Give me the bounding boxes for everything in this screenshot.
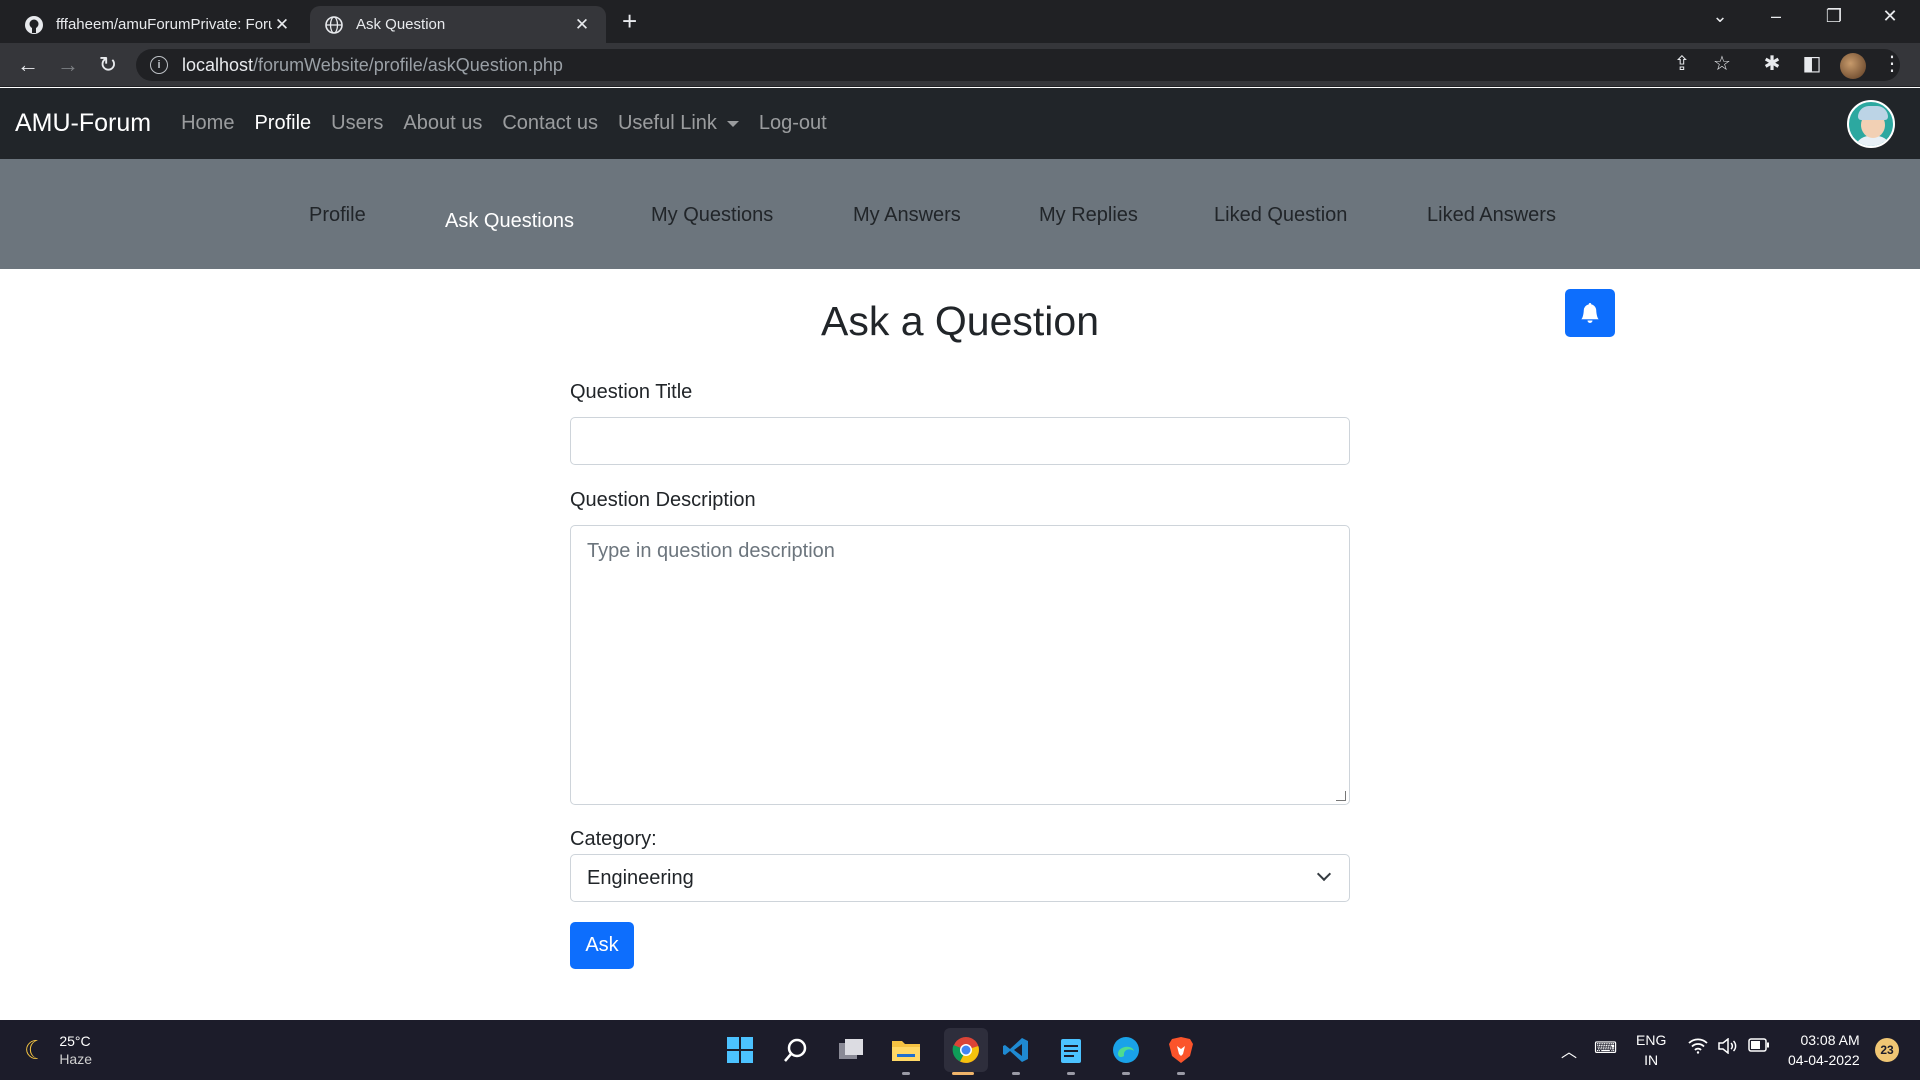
github-icon	[24, 15, 44, 35]
tab-search-icon[interactable]: ⌄	[1700, 6, 1740, 27]
more-menu-icon[interactable]: ⋮	[1880, 51, 1904, 76]
side-panel-icon[interactable]: ◧	[1800, 51, 1824, 76]
close-tab-icon[interactable]: ✕	[272, 15, 292, 35]
site-brand[interactable]: AMU-Forum	[15, 109, 151, 138]
address-bar[interactable]: i localhost /forumWebsite/profile/askQue…	[136, 49, 1900, 81]
clock-time: 03:08 AM	[1800, 1032, 1860, 1048]
nav-useful-link-dropdown[interactable]: Useful Link	[618, 112, 739, 135]
browser-profile-avatar[interactable]	[1840, 53, 1866, 79]
show-hidden-icons-icon[interactable]: ︿	[1561, 1038, 1577, 1062]
lang-region: IN	[1644, 1052, 1659, 1068]
question-title-input[interactable]	[570, 417, 1350, 465]
resize-handle-icon[interactable]	[1336, 791, 1346, 801]
chevron-down-icon	[1316, 866, 1332, 882]
browser-tab-github[interactable]: fffaheem/amuForumPrivate: Foru ✕	[10, 6, 306, 43]
subnav-ask-questions[interactable]: Ask Questions	[445, 210, 574, 233]
category-selected-value: Engineering	[587, 866, 694, 889]
subnav-my-replies[interactable]: My Replies	[1039, 204, 1138, 227]
nav-profile[interactable]: Profile	[254, 112, 311, 135]
close-window-icon[interactable]: ✕	[1870, 6, 1910, 27]
battery-icon[interactable]	[1748, 1038, 1770, 1057]
vscode-icon[interactable]	[1000, 1034, 1032, 1066]
lang-primary: ENG	[1636, 1032, 1667, 1048]
tab-title: Ask Question	[356, 16, 446, 33]
notification-badge[interactable]: 23	[1875, 1038, 1899, 1062]
bookmark-star-icon[interactable]: ☆	[1710, 51, 1734, 76]
nav-users[interactable]: Users	[331, 112, 383, 135]
subnav-liked-question[interactable]: Liked Question	[1214, 204, 1347, 227]
description-placeholder: Type in question description	[587, 540, 835, 562]
profile-subnav: Profile Ask Questions My Questions My An…	[0, 159, 1920, 269]
nav-home[interactable]: Home	[181, 112, 234, 135]
subnav-my-answers[interactable]: My Answers	[853, 204, 961, 227]
subnav-my-questions[interactable]: My Questions	[651, 204, 773, 227]
start-icon[interactable]	[724, 1034, 756, 1066]
url-path: /forumWebsite/profile/askQuestion.php	[253, 54, 563, 75]
back-icon[interactable]: ←	[14, 51, 42, 79]
url-host: localhost	[182, 54, 254, 75]
category-select[interactable]: Engineering	[570, 854, 1350, 902]
wifi-icon[interactable]	[1688, 1038, 1708, 1059]
question-description-label: Question Description	[570, 489, 756, 511]
question-title-label: Question Title	[570, 381, 693, 403]
weather-desc: Haze	[59, 1051, 92, 1067]
nav-about-us[interactable]: About us	[403, 112, 482, 135]
language-indicator[interactable]: ENG IN	[1636, 1030, 1666, 1070]
close-tab-icon[interactable]: ✕	[572, 15, 592, 35]
notifications-button[interactable]	[1565, 289, 1615, 337]
page-title: Ask a Question	[820, 298, 1100, 344]
nav-log-out[interactable]: Log-out	[759, 112, 827, 135]
brave-icon[interactable]	[1165, 1034, 1197, 1066]
user-avatar[interactable]	[1847, 100, 1895, 148]
forward-icon[interactable]: →	[54, 51, 82, 79]
volume-icon[interactable]	[1718, 1037, 1738, 1059]
file-explorer-icon[interactable]	[890, 1034, 922, 1066]
extensions-icon[interactable]: ✱	[1760, 51, 1784, 76]
edge-icon[interactable]	[1110, 1034, 1142, 1066]
tab-title: fffaheem/amuForumPrivate: Foru	[56, 16, 272, 33]
restore-icon[interactable]: ❐	[1814, 6, 1854, 27]
bell-icon	[1581, 303, 1599, 323]
subnav-profile[interactable]: Profile	[309, 204, 366, 227]
clock-date: 04-04-2022	[1788, 1052, 1860, 1068]
reload-icon[interactable]: ↻	[94, 51, 122, 79]
task-view-icon[interactable]	[835, 1034, 867, 1066]
moon-icon: ☾	[24, 1034, 48, 1065]
clock[interactable]: 03:08 AM 04-04-2022	[1788, 1030, 1860, 1070]
new-tab-icon[interactable]: +	[622, 8, 637, 34]
question-description-textarea[interactable]: Type in question description	[570, 525, 1350, 805]
notepad-icon[interactable]	[1055, 1034, 1087, 1066]
search-icon[interactable]	[780, 1034, 812, 1066]
nav-contact-us[interactable]: Contact us	[502, 112, 598, 135]
browser-toolbar: ← → ↻ i localhost /forumWebsite/profile/…	[0, 43, 1920, 87]
subnav-liked-answers[interactable]: Liked Answers	[1427, 204, 1556, 227]
os-taskbar: ☾ 25°C Haze ︿ ⌨ ENG IN 03:08 AM 04-04-20…	[0, 1020, 1920, 1080]
nav-useful-link-label: Useful Link	[617, 112, 717, 134]
share-icon[interactable]: ⇪	[1670, 51, 1694, 76]
browser-tab-active[interactable]: Ask Question ✕	[310, 6, 606, 43]
weather-temp: 25°C	[59, 1033, 91, 1049]
weather-widget[interactable]: ☾ 25°C Haze	[24, 1032, 92, 1068]
keyboard-icon[interactable]: ⌨	[1594, 1038, 1617, 1058]
dropdown-caret-icon	[726, 120, 739, 127]
chrome-icon[interactable]	[944, 1028, 988, 1072]
category-label: Category:	[570, 828, 657, 850]
browser-tab-bar: fffaheem/amuForumPrivate: Foru ✕ Ask Que…	[0, 0, 1920, 43]
ask-button[interactable]: Ask	[570, 922, 634, 969]
site-navbar: AMU-Forum Home Profile Users About us Co…	[0, 88, 1920, 159]
site-info-icon[interactable]: i	[150, 56, 168, 74]
minimize-icon[interactable]: –	[1756, 6, 1796, 27]
globe-icon	[324, 15, 344, 35]
